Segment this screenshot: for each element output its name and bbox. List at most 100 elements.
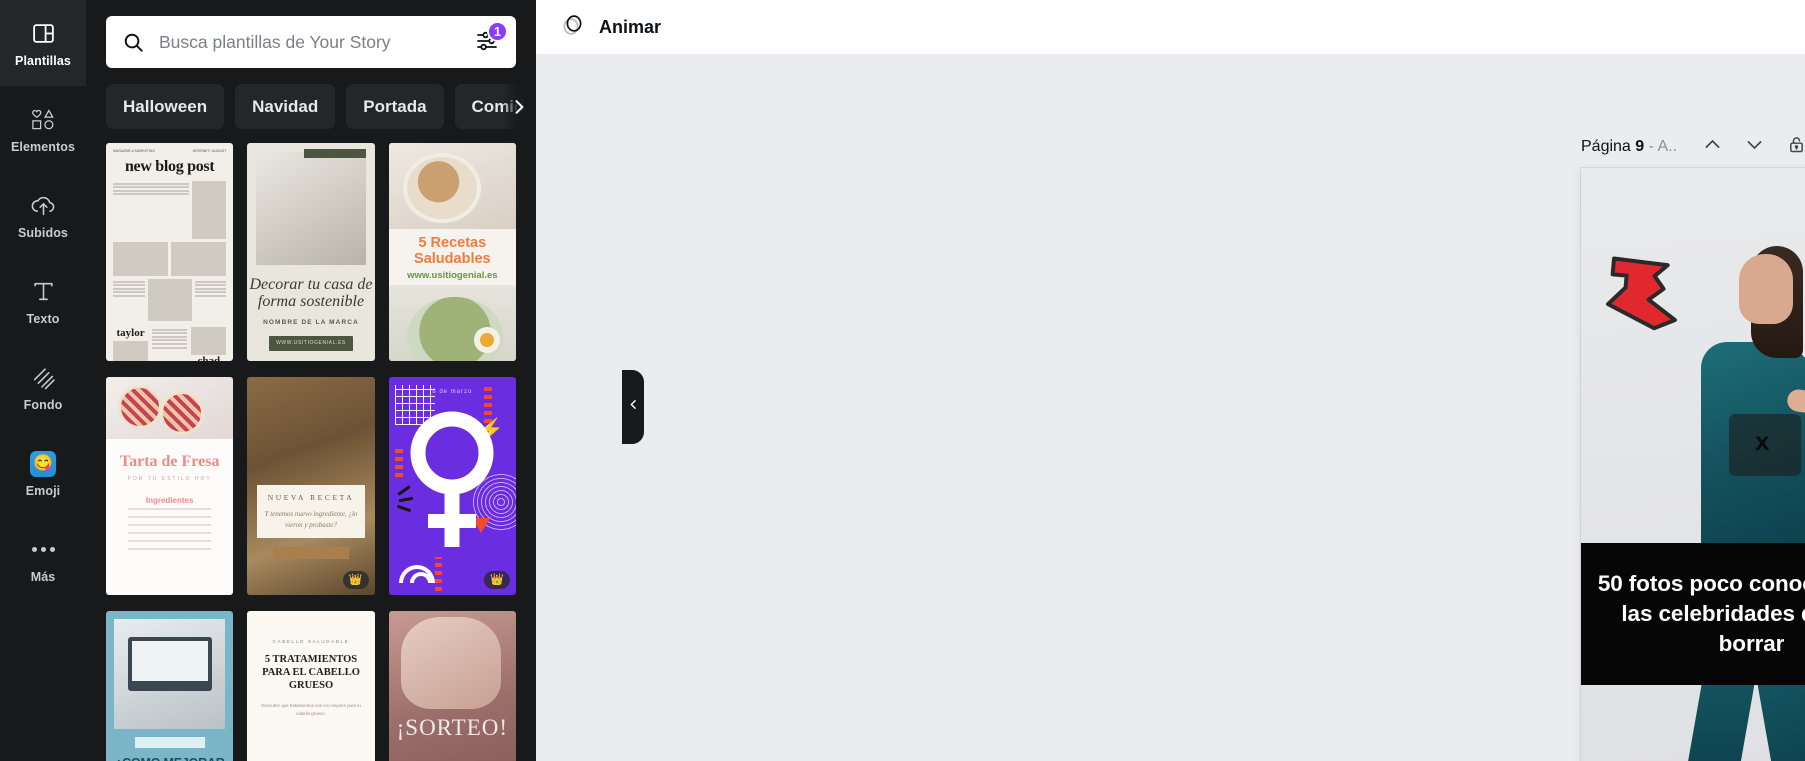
thumb-photo xyxy=(114,619,226,729)
category-chips: Halloween Navidad Portada Comid xyxy=(86,84,536,129)
rail-item-subidos[interactable]: Subidos xyxy=(0,172,86,258)
editor-topbar: Animar xyxy=(536,0,1805,54)
templates-icon xyxy=(31,19,56,49)
page-name-suffix: - A.. xyxy=(1648,138,1678,155)
rail-item-elementos[interactable]: Elementos xyxy=(0,86,86,172)
venus-symbol-icon xyxy=(410,411,494,547)
rail-item-label: Subidos xyxy=(17,225,68,240)
templates-panel: 1 Halloween Navidad Portada Comid MAGAZI… xyxy=(86,0,644,761)
thumb-cta: WWW.USITIOGENIAL.ES xyxy=(269,335,353,351)
canva-editor-app: Plantillas Elementos Subidos Texto Fondo… xyxy=(0,0,1805,761)
thumb-name-1: taylor xyxy=(116,327,145,339)
ellipsis-icon xyxy=(31,535,55,565)
thumb-kicker-left: MAGAZINE & MARKETING xyxy=(113,149,156,153)
thumb-section: Ingredientes xyxy=(145,496,194,505)
caption-text: 50 fotos poco conocidas que las celebrid… xyxy=(1597,571,1805,656)
rail-item-label: Fondo xyxy=(23,397,63,412)
template-card-negocio[interactable]: ¿COMO MEJORAR TU NEGOCIO? TEXT CIBRI S.L… xyxy=(106,611,234,761)
rail-item-label: Más xyxy=(30,569,56,584)
thumb-kicker-right: INTERNET / AUGUST xyxy=(192,149,227,153)
filter-button[interactable]: 1 xyxy=(468,21,508,61)
panel-collapse-button[interactable] xyxy=(622,370,644,444)
template-card-deco[interactable]: Decorar tu casa de forma sostenible NOMB… xyxy=(247,143,375,361)
lock-page-button[interactable] xyxy=(1775,129,1805,165)
chip-portada[interactable]: Portada xyxy=(346,84,444,129)
thumb-title: ¿COMO MEJORAR TU NEGOCIO? xyxy=(106,756,233,761)
lock-icon xyxy=(1786,134,1805,160)
thumb-photo xyxy=(401,617,501,709)
search-input[interactable] xyxy=(145,31,468,53)
chevron-down-icon xyxy=(1744,134,1765,160)
thumb-url: www.usitiogenial.es xyxy=(407,270,498,282)
canvas-area[interactable]: Página 9 - A.. x 50 fotos poco cono las … xyxy=(536,54,1805,761)
chevron-up-icon xyxy=(1702,134,1723,160)
thumb-title: Decorar tu casa de forma sostenible xyxy=(249,276,373,310)
thumb-photo xyxy=(256,149,366,265)
thumb-brand: NOMBRE DE LA MARCA xyxy=(263,318,359,326)
thumb-title: ¡SORTEO! xyxy=(396,715,509,740)
animate-button[interactable]: Animar xyxy=(550,6,671,49)
rail-item-mas[interactable]: Más xyxy=(0,516,86,602)
text-t-icon xyxy=(31,277,56,307)
chip-navidad[interactable]: Navidad xyxy=(235,84,336,129)
crown-icon: 👑 xyxy=(484,571,510,589)
rail-item-label: Emoji xyxy=(25,483,61,498)
move-page-down-button[interactable] xyxy=(1733,129,1775,165)
template-card-cabello[interactable]: CABELLO SALUDABLE 5 TRATAMIENTOS PARA EL… xyxy=(247,611,375,761)
page-label: Página 9 - A.. xyxy=(1581,138,1677,156)
page-label-prefix: Página xyxy=(1581,138,1631,155)
chip-halloween[interactable]: Halloween xyxy=(106,84,225,129)
move-page-up-button[interactable] xyxy=(1691,129,1733,165)
chevron-left-icon xyxy=(627,398,640,416)
page-number: 9 xyxy=(1635,138,1645,155)
rail-item-plantillas[interactable]: Plantillas xyxy=(0,0,86,86)
template-card-blog[interactable]: MAGAZINE & MARKETING INTERNET / AUGUST n… xyxy=(106,143,234,361)
upload-cloud-icon xyxy=(30,191,57,221)
thumb-photo-bottom xyxy=(388,285,516,361)
thumb-name-2: chad xyxy=(197,355,221,361)
search-box[interactable]: 1 xyxy=(106,16,516,68)
left-rail: Plantillas Elementos Subidos Texto Fondo… xyxy=(0,0,86,761)
thumb-title: new blog post xyxy=(124,158,215,175)
rail-item-label: Texto xyxy=(26,311,60,326)
thumb-body: Descubre qué tratamientos son los mejore… xyxy=(261,703,361,716)
thumb-tag xyxy=(134,737,205,748)
thumb-title: Tarta de Fresa xyxy=(119,453,220,470)
shapes-icon xyxy=(30,105,57,135)
thumb-kicker: CABELLO SALUDABLE xyxy=(272,639,350,644)
chips-next-button[interactable] xyxy=(502,84,536,129)
rail-item-label: Elementos xyxy=(10,139,76,154)
caption-text-block[interactable]: 50 fotos poco conocidas que las celebrid… xyxy=(1581,543,1805,685)
emoji-icon: 😋 xyxy=(30,449,56,479)
thumb-title: NUEVA RECETA xyxy=(267,493,355,502)
thumb-bowl-art xyxy=(402,153,481,223)
editor-area: Animar Página 9 - A.. x 50 fotos poco co… xyxy=(536,0,1805,761)
rail-item-label: Plantillas xyxy=(15,53,71,68)
search-area: 1 xyxy=(86,0,536,68)
rail-item-texto[interactable]: Texto xyxy=(0,258,86,344)
design-page-canvas[interactable]: x 50 fotos poco conocidas que las celebr… xyxy=(1581,168,1805,761)
thumb-subtitle: POR TU ESTILO HOY xyxy=(127,476,212,482)
template-grid: MAGAZINE & MARKETING INTERNET / AUGUST n… xyxy=(86,143,536,761)
page-toolbar: Página 9 - A.. xyxy=(1581,130,1805,164)
rail-item-fondo[interactable]: Fondo xyxy=(0,344,86,430)
thumb-title: 5 Recetas Saludables xyxy=(414,235,491,268)
thumb-subtitle: Y tenemos nuevo ingrediente, ¿lo vieron … xyxy=(264,510,358,529)
animate-circles-icon xyxy=(560,12,586,43)
animate-label: Animar xyxy=(599,16,662,37)
filter-count-badge: 1 xyxy=(487,21,508,42)
thumb-title: 5 TRATAMIENTOS PARA EL CABELLO GRUESO xyxy=(262,654,360,692)
template-card-sorteo[interactable]: ¡SORTEO! ◆ Tenemos un sorteo pendiente y… xyxy=(388,611,516,761)
thumb-title: 8 de marzo xyxy=(432,389,473,395)
search-icon xyxy=(122,31,145,54)
template-card-food[interactable]: 5 Recetas Saludables www.usitiogenial.es xyxy=(388,143,516,361)
crown-icon: 👑 xyxy=(342,571,369,589)
red-arrow-icon xyxy=(1606,256,1677,331)
template-card-receta[interactable]: NUEVA RECETA Y tenemos nuevo ingrediente… xyxy=(247,377,375,595)
thumb-photo xyxy=(106,377,234,439)
template-card-mujer[interactable]: 8 de marzo ⚡ 👑 xyxy=(388,377,516,595)
rail-item-emoji[interactable]: 😋 Emoji xyxy=(0,430,86,516)
hatch-background-icon xyxy=(30,363,56,393)
x-annotation: x xyxy=(1755,426,1770,456)
template-card-tarta[interactable]: Tarta de Fresa POR TU ESTILO HOY Ingredi… xyxy=(106,377,234,595)
